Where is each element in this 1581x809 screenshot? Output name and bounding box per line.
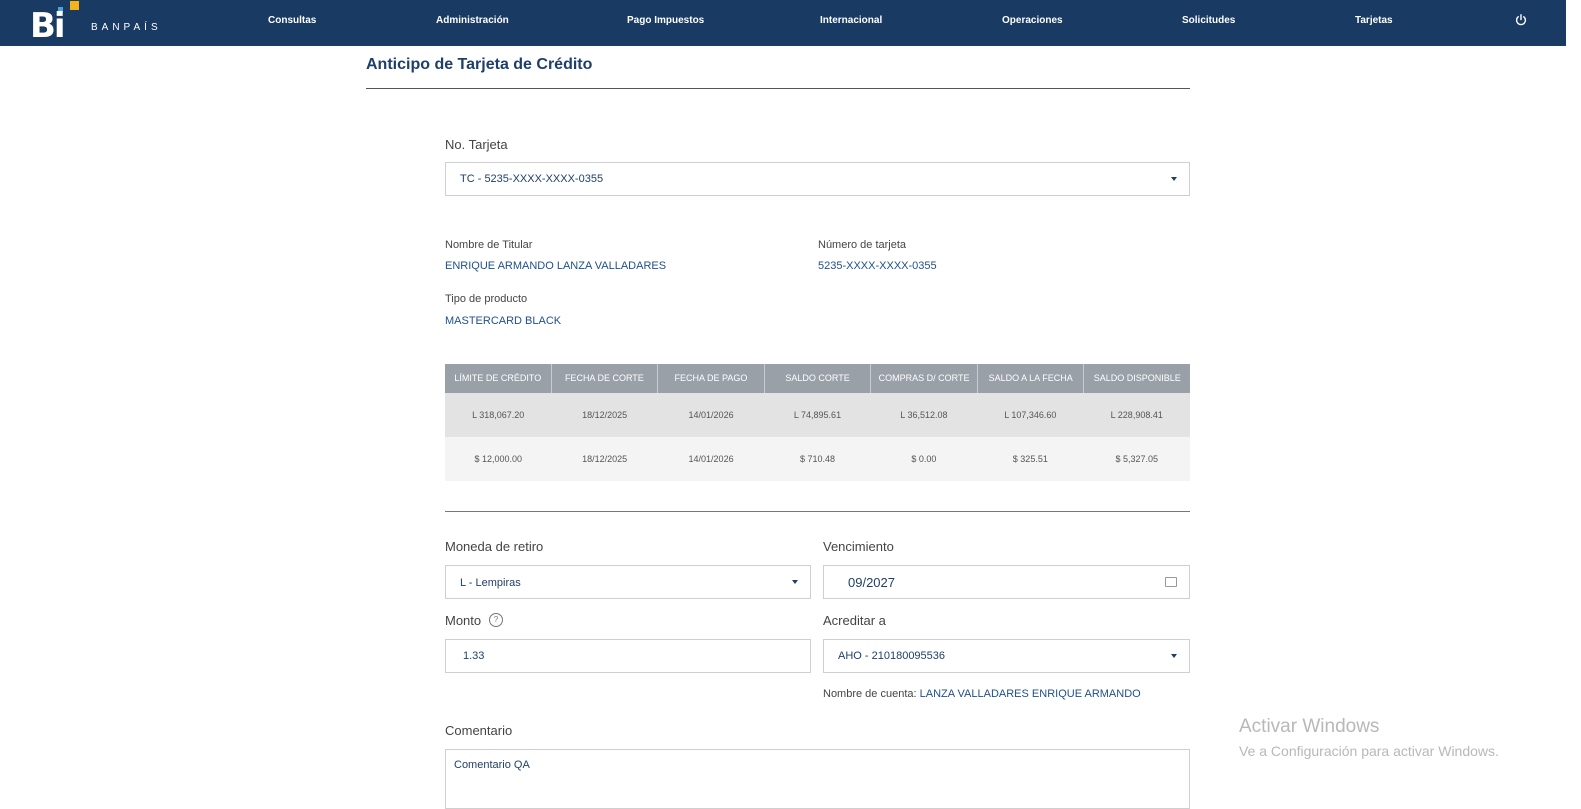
- activation-watermark-subtitle: Ve a Configuración para activar Windows.: [1239, 743, 1499, 759]
- expiry-date-value: 09/2027: [848, 575, 895, 590]
- comment-value: Comentario QA: [454, 759, 530, 771]
- table-cell: $ 710.48: [799, 454, 835, 464]
- column-header: FECHA DE CORTE: [552, 364, 659, 393]
- table-cell: $ 5,327.05: [1115, 454, 1159, 464]
- nav-item-administracion[interactable]: Administración: [436, 15, 509, 26]
- page-title: Anticipo de Tarjeta de Crédito: [366, 56, 593, 73]
- calendar-icon[interactable]: [1165, 577, 1177, 587]
- table-cell: $ 325.51: [1012, 454, 1048, 464]
- account-name-row: Nombre de cuenta: LANZA VALLADARES ENRIQ…: [823, 688, 1141, 700]
- table-row: L 318,067.20 18/12/2025 14/01/2026 L 74,…: [445, 393, 1190, 437]
- nav-item-solicitudes[interactable]: Solicitudes: [1182, 15, 1235, 26]
- logo-mark: Bi: [30, 6, 66, 46]
- column-header: FECHA DE PAGO: [658, 364, 765, 393]
- table-cell: L 228,908.41: [1110, 410, 1163, 420]
- account-name-label: Nombre de cuenta:: [823, 688, 917, 700]
- table-cell: 14/01/2026: [688, 454, 734, 464]
- holder-label: Nombre de Titular: [445, 239, 533, 251]
- card-number-label: Número de tarjeta: [818, 239, 907, 251]
- table-cell: L 318,067.20: [472, 410, 525, 420]
- table-row: $ 12,000.00 18/12/2025 14/01/2026 $ 710.…: [445, 437, 1190, 481]
- chevron-down-icon: [1171, 177, 1177, 181]
- title-divider: [366, 88, 1190, 89]
- activation-watermark-title: Activar Windows: [1239, 716, 1380, 737]
- brand-name: BANPAÍS: [91, 22, 162, 33]
- power-icon[interactable]: [1515, 14, 1527, 26]
- nav-item-operaciones[interactable]: Operaciones: [1002, 15, 1063, 26]
- table-cell: L 107,346.60: [1004, 410, 1057, 420]
- card-select-label: No. Tarjeta: [445, 137, 508, 152]
- table-cell: L 36,512.08: [900, 410, 948, 420]
- nav-item-consultas[interactable]: Consultas: [268, 15, 316, 26]
- nav-item-pago-impuestos[interactable]: Pago Impuestos: [627, 15, 704, 26]
- table-cell: $ 0.00: [911, 454, 937, 464]
- chevron-down-icon: [1171, 654, 1177, 658]
- nav-item-internacional[interactable]: Internacional: [820, 15, 882, 26]
- account-name-value: LANZA VALLADARES ENRIQUE ARMANDO: [919, 688, 1141, 700]
- credit-account-value: AHO - 210180095536: [838, 650, 946, 662]
- credit-account-select[interactable]: AHO - 210180095536: [823, 639, 1190, 673]
- product-type-value: MASTERCARD BLACK: [445, 315, 562, 327]
- column-header: SALDO DISPONIBLE: [1093, 373, 1181, 383]
- holder-value: ENRIQUE ARMANDO LANZA VALLADARES: [445, 260, 667, 272]
- currency-select-value: L - Lempiras: [460, 577, 521, 589]
- column-header: COMPRAS D/ CORTE: [871, 364, 978, 393]
- table-header: LÍMITE DE CRÉDITO FECHA DE CORTE FECHA D…: [445, 364, 1190, 393]
- currency-label: Moneda de retiro: [445, 539, 544, 554]
- expiry-date-input[interactable]: 09/2027: [823, 565, 1190, 599]
- table-cell: 14/01/2026: [688, 410, 734, 420]
- currency-select[interactable]: L - Lempiras: [445, 565, 811, 599]
- card-select-value: TC - 5235-XXXX-XXXX-0355: [460, 173, 604, 185]
- comment-label: Comentario: [445, 723, 513, 738]
- column-header: SALDO A LA FECHA: [978, 364, 1085, 393]
- column-header: SALDO CORTE: [765, 364, 872, 393]
- amount-input[interactable]: 1.33: [445, 639, 811, 673]
- table-cell: 18/12/2025: [582, 410, 628, 420]
- product-type-label: Tipo de producto: [445, 293, 528, 305]
- credit-to-label: Acreditar a: [823, 613, 886, 628]
- column-header: LÍMITE DE CRÉDITO: [445, 364, 552, 393]
- amount-label: Monto: [445, 613, 482, 628]
- comment-textarea[interactable]: Comentario QA: [445, 749, 1190, 809]
- logo-accent-square: [70, 1, 79, 10]
- table-cell: $ 12,000.00: [474, 454, 522, 464]
- table-cell: L 74,895.61: [793, 410, 842, 420]
- help-icon[interactable]: ?: [489, 613, 503, 627]
- balance-table: LÍMITE DE CRÉDITO FECHA DE CORTE FECHA D…: [445, 364, 1190, 481]
- amount-value: 1.33: [463, 650, 485, 662]
- expiry-label: Vencimiento: [823, 539, 894, 554]
- nav-item-tarjetas[interactable]: Tarjetas: [1355, 15, 1393, 26]
- chevron-down-icon: [792, 580, 798, 584]
- top-nav-bar: Bi BANPAÍS Consultas Administración Pago…: [0, 0, 1566, 46]
- section-divider: [445, 511, 1190, 512]
- card-select[interactable]: TC - 5235-XXXX-XXXX-0355: [445, 162, 1190, 196]
- table-cell: 18/12/2025: [582, 454, 628, 464]
- card-number-value: 5235-XXXX-XXXX-0355: [818, 260, 937, 272]
